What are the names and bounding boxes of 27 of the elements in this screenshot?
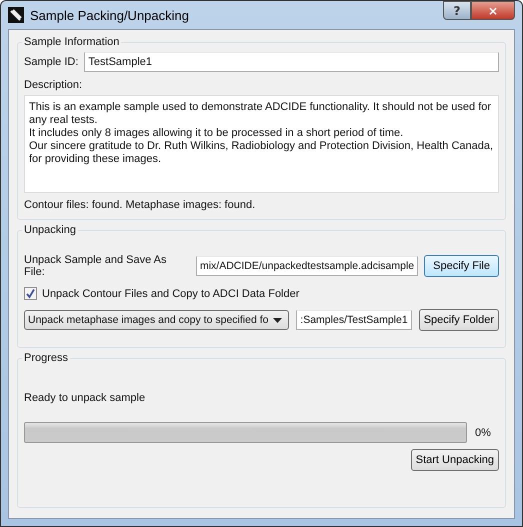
progress-percent: 0% bbox=[475, 426, 492, 438]
description-text: It includes only 8 images allowing it to be processed in a short period of time. bbox=[29, 127, 404, 140]
status-text: Contour files: found. Metaphase images: found. bbox=[24, 199, 256, 211]
specify-folder-button[interactable]: Specify Folder bbox=[418, 309, 499, 331]
description-text: This is an example sample used to demonstrate ADCIDE functionality. It should not be used for any real tests. bbox=[29, 101, 492, 127]
images-mode-dropdown[interactable]: Unpack metaphase images and copy to specified fo bbox=[24, 310, 290, 330]
checkbox-label: Unpack Contour Files and Copy to ADCI Data Folder bbox=[42, 288, 300, 300]
caret-icon bbox=[273, 318, 282, 322]
file-path-field[interactable]: mix/ADCIDE/unpackedtestsample.adcisample bbox=[196, 256, 418, 276]
help-button[interactable]: ? bbox=[443, 1, 471, 20]
progress-status-text: Ready to unpack sample bbox=[24, 392, 146, 404]
checkbox[interactable] bbox=[24, 287, 37, 300]
specify-file-button[interactable]: Specify File bbox=[424, 255, 499, 277]
group-title: Progress bbox=[23, 352, 70, 364]
description-field[interactable] bbox=[24, 95, 499, 193]
field-label: Sample ID: bbox=[24, 56, 78, 68]
folder-path-field[interactable]: :Samples/TestSample1 bbox=[296, 310, 412, 330]
field-label: Description: bbox=[24, 79, 84, 91]
app-icon bbox=[8, 7, 24, 23]
sample-id-field[interactable]: TestSample1 bbox=[84, 52, 499, 72]
group-title: Unpacking bbox=[23, 224, 77, 236]
group-title: Sample Information bbox=[23, 36, 120, 48]
field-label: Unpack Sample and Save As File: bbox=[24, 254, 168, 278]
window-title: Sample Packing/Unpacking bbox=[30, 8, 189, 22]
close-button[interactable]: × bbox=[471, 1, 515, 20]
description-text: Our sincere gratitude to Dr. Ruth Wilkins, Radiobiology and Protection Division, Health Canada, for providing these images. bbox=[29, 140, 494, 166]
start-unpacking-button[interactable]: Start Unpacking bbox=[410, 449, 499, 471]
